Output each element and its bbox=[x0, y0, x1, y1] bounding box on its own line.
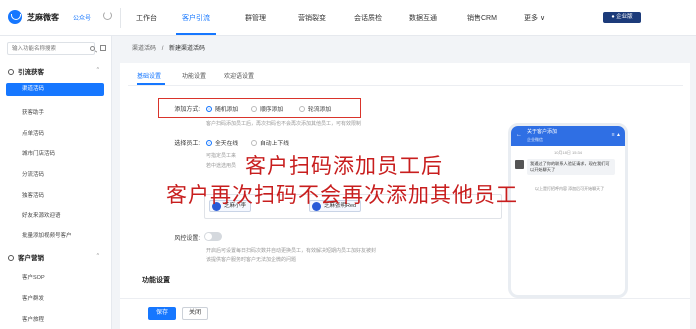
sidebar-item-batch-add[interactable]: 批量添加视频号客户 bbox=[22, 231, 72, 239]
chat-bubble: 我通过了你的联系人验证请求，现在我们可以开始聊天了 bbox=[527, 159, 615, 175]
nav-more[interactable]: 更多 ∨ bbox=[524, 13, 545, 23]
sidebar-item-exclusive-qrcode[interactable]: 独客活码 bbox=[22, 191, 44, 199]
save-button[interactable]: 保存 bbox=[148, 307, 176, 320]
radio-sequential-add[interactable]: 顺序添加 bbox=[251, 104, 283, 113]
nav-customer-acquisition[interactable]: 客户引流 bbox=[182, 13, 210, 23]
account-type-link[interactable]: 公众号 bbox=[73, 13, 91, 22]
nav-group-management[interactable]: 群管理 bbox=[245, 13, 266, 23]
radio-label: 轮流添加 bbox=[308, 107, 332, 113]
enterprise-version-badge[interactable]: ● 企业版 bbox=[603, 12, 641, 23]
tab-basic-settings[interactable]: 基础设置 bbox=[137, 71, 161, 80]
bottom-action-bar: 保存 关闭 bbox=[120, 298, 690, 329]
radio-dot bbox=[251, 140, 257, 146]
phone-title: 关于客户添加 企业微信 bbox=[527, 129, 557, 143]
tab-function-settings[interactable]: 功能设置 bbox=[182, 71, 206, 80]
phone-header: ← 关于客户添加 企业微信 ≡ ▲ bbox=[511, 126, 625, 146]
avatar bbox=[515, 160, 524, 169]
add-mode-hint: 客户扫码添加员工后，再次扫码也不会再次添加其他员工，可有效限制 bbox=[206, 121, 362, 127]
phone-subtitle: 企业微信 bbox=[527, 137, 543, 142]
radio-label: 自动上下线 bbox=[260, 141, 289, 147]
chat-system-line: 以上是打招呼内容 添加后可开始聊天了 bbox=[535, 186, 605, 191]
user-group-icon bbox=[8, 69, 14, 75]
nav-active-indicator bbox=[176, 33, 216, 35]
nav-session-audit[interactable]: 会话质检 bbox=[354, 13, 382, 23]
breadcrumb: 渠道活码 / 新建渠道活码 bbox=[132, 43, 205, 52]
overlay-caption-line1: 客户扫码添加员工后 bbox=[245, 155, 443, 178]
close-button[interactable]: 关闭 bbox=[182, 307, 208, 320]
radio-dot bbox=[299, 106, 305, 112]
document-icon bbox=[8, 255, 14, 261]
sidebar-search[interactable] bbox=[7, 42, 95, 55]
radio-auto-online[interactable]: 自动上下线 bbox=[251, 138, 289, 147]
breadcrumb-separator: / bbox=[161, 46, 164, 52]
staff-label: 选择员工: bbox=[174, 141, 200, 147]
brand-logo-icon bbox=[8, 10, 22, 24]
overlay-caption-line2: 客户再次扫码不会再次添加其他员工 bbox=[166, 184, 518, 207]
phone-preview: ← 关于客户添加 企业微信 ≡ ▲ 10月18日 15:34 我通过了你的联系人… bbox=[508, 123, 628, 298]
risk-hint-line1: 开启后可设置每日扫码次数并自动更换员工，有效解决短期内员工加好友被封 bbox=[206, 248, 377, 254]
sidebar-item-order-qrcode[interactable]: 点单活码 bbox=[22, 129, 44, 137]
chat-timestamp: 10月18日 15:34 bbox=[553, 150, 583, 155]
brand-name: 芝麻微客 bbox=[27, 13, 59, 22]
breadcrumb-current: 新建渠道活码 bbox=[169, 46, 206, 52]
tab-welcome-settings[interactable]: 欢迎语设置 bbox=[224, 71, 254, 80]
sidebar-item-channel-qrcode[interactable]: 渠道活码 bbox=[6, 83, 104, 96]
add-mode-label: 添加方式: bbox=[174, 107, 200, 113]
sidebar-item-split-qrcode[interactable]: 分流活码 bbox=[22, 170, 44, 178]
chevron-up-icon[interactable]: ^ bbox=[97, 253, 99, 259]
radio-all-day-online[interactable]: 全天在线 bbox=[206, 138, 238, 147]
sidebar-group-acquisition[interactable]: 引流获客 bbox=[8, 66, 44, 76]
sidebar-search-input[interactable] bbox=[8, 43, 76, 54]
refresh-icon[interactable] bbox=[103, 11, 112, 20]
nav-workbench[interactable]: 工作台 bbox=[136, 13, 157, 23]
back-arrow-icon: ← bbox=[516, 132, 522, 138]
sidebar-item-welcome-message[interactable]: 好友来源欢迎语 bbox=[22, 211, 61, 219]
staff-hint-line1: 可指定员工来 bbox=[206, 153, 237, 159]
radio-rotating-add[interactable]: 轮流添加 bbox=[299, 104, 331, 113]
sidebar-item-acquisition-assistant[interactable]: 获客助手 bbox=[22, 108, 44, 116]
radio-random-add[interactable]: 随机添加 bbox=[206, 104, 238, 113]
more-menu-icon: ≡ ▲ bbox=[611, 132, 621, 138]
radio-label: 全天在线 bbox=[215, 141, 239, 147]
staff-hint-line2: 若中途选用员 bbox=[206, 163, 237, 169]
sidebar-item-customer-broadcast[interactable]: 客户群发 bbox=[22, 294, 44, 302]
chevron-up-icon[interactable]: ^ bbox=[97, 67, 99, 73]
risk-control-toggle[interactable] bbox=[204, 232, 222, 241]
sidebar: 引流获客 ^ 渠道活码 获客助手 点单活码 城市门店活码 分流活码 独客活码 好… bbox=[0, 36, 112, 329]
sidebar-group-marketing[interactable]: 客户营销 bbox=[8, 252, 44, 262]
nav-sales-crm[interactable]: 销售CRM bbox=[467, 13, 497, 23]
top-navbar: 芝麻微客 公众号 工作台 客户引流 群管理 营销裂变 会话质检 数据互通 销售C… bbox=[0, 0, 696, 36]
radio-dot bbox=[206, 140, 212, 146]
sidebar-item-store-qrcode[interactable]: 城市门店活码 bbox=[22, 149, 55, 157]
radio-dot bbox=[206, 106, 212, 112]
tabs-divider bbox=[128, 85, 683, 86]
radio-dot bbox=[251, 106, 257, 112]
grid-view-icon[interactable] bbox=[100, 45, 106, 51]
radio-label: 顺序添加 bbox=[260, 107, 284, 113]
radio-label: 随机添加 bbox=[215, 107, 239, 113]
nav-marketing-fission[interactable]: 营销裂变 bbox=[298, 13, 326, 23]
risk-label: 风控设置: bbox=[174, 236, 200, 242]
sidebar-item-customer-journey[interactable]: 客户旅程 bbox=[22, 315, 44, 323]
section-title: 功能设置 bbox=[142, 277, 170, 284]
risk-hint-line2: 该提供客户服务时客户无法加企微的问题 bbox=[206, 257, 297, 263]
breadcrumb-parent[interactable]: 渠道活码 bbox=[132, 46, 156, 52]
sidebar-group-label: 引流获客 bbox=[18, 69, 44, 76]
sidebar-item-customer-sop[interactable]: 客户SOP bbox=[22, 273, 45, 281]
phone-title-text: 关于客户添加 bbox=[527, 129, 558, 135]
nav-data-sync[interactable]: 数据互通 bbox=[409, 13, 437, 23]
search-icon[interactable] bbox=[90, 46, 95, 51]
sidebar-group-label: 客户营销 bbox=[18, 255, 44, 262]
nav-divider bbox=[120, 8, 121, 28]
